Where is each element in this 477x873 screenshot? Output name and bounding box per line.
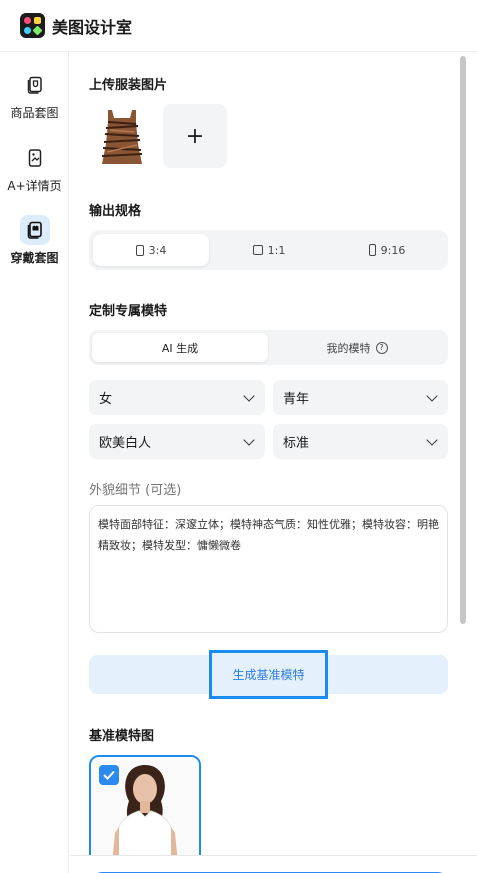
ratio-selector: 3:4 1:1 9:16 [89, 230, 448, 270]
generate-model-button[interactable]: 生成基准模特 [209, 650, 328, 699]
garment-thumbnail[interactable] [90, 104, 154, 168]
panel-scrollbar[interactable] [460, 56, 466, 624]
chevron-down-icon [243, 389, 255, 402]
ratio-label: 3:4 [148, 243, 167, 257]
select-value: 标准 [283, 436, 310, 451]
chevron-down-icon [243, 433, 255, 446]
sidebar-item-label: A+详情页 [7, 179, 62, 193]
select-value: 欧美白人 [99, 436, 152, 451]
appearance-details-label: 外貌细节 (可选) [89, 483, 182, 498]
app-title: 美图设计室 [52, 17, 133, 37]
chevron-down-icon [426, 389, 438, 402]
ratio-option-3-4[interactable]: 3:4 [93, 234, 209, 266]
sidebar: 商品套图 A+详情页 穿戴套图 [0, 52, 69, 873]
base-model-section-title: 基准模特图 [89, 729, 155, 744]
square-ratio-icon [252, 245, 263, 255]
selected-check-icon[interactable] [99, 765, 119, 785]
appearance-details-textarea[interactable]: 模特面部特征：深邃立体；模特神态气质：知性优雅；模特妆容：明艳精致妆；模特发型：… [89, 505, 448, 633]
chevron-down-icon [426, 433, 438, 446]
tab-my-models[interactable]: 我的模特 ? [269, 333, 445, 362]
tab-label: 我的模特 [326, 341, 371, 355]
age-select[interactable]: 青年 [273, 380, 448, 415]
generate-button-container: 生成基准模特 [89, 650, 448, 699]
sidebar-item-detail-page[interactable]: A+详情页 [0, 143, 69, 194]
app-header: 美图设计室 [0, 0, 477, 52]
ratio-label: 9:16 [380, 243, 406, 257]
ratio-label: 1:1 [267, 243, 286, 257]
bottom-action-bar [70, 855, 477, 873]
main-panel: 上传服装图片 + 输出规格 3:4 1:1 9:16 定制专属模特 AI 生成 … [70, 52, 460, 873]
gender-select[interactable]: 女 [89, 380, 265, 415]
help-icon[interactable]: ? [375, 341, 388, 354]
sidebar-item-label: 商品套图 [10, 106, 59, 120]
ratio-section-title: 输出规格 [89, 204, 142, 219]
app-logo-icon[interactable] [20, 13, 45, 38]
model-section-title: 定制专属模特 [89, 304, 168, 319]
tab-label: AI 生成 [161, 341, 199, 355]
select-value: 青年 [283, 392, 310, 407]
upload-section-title: 上传服装图片 [89, 78, 168, 93]
garment-image [90, 104, 154, 168]
tall-ratio-icon [368, 244, 376, 256]
detail-page-icon [20, 143, 50, 173]
ratio-option-1-1[interactable]: 1:1 [211, 234, 327, 266]
select-value: 女 [99, 392, 113, 407]
ratio-option-9-16[interactable]: 9:16 [329, 234, 445, 266]
wearable-set-icon [19, 215, 50, 245]
tab-ai-generate[interactable]: AI 生成 [92, 333, 268, 362]
sidebar-item-label: 穿戴套图 [10, 251, 59, 265]
sidebar-item-wearable-set[interactable]: 穿戴套图 [0, 215, 69, 266]
model-source-tabs: AI 生成 我的模特 ? [89, 330, 448, 365]
portrait-ratio-icon [135, 244, 144, 256]
ethnicity-select[interactable]: 欧美白人 [89, 424, 265, 459]
sidebar-item-product-set[interactable]: 商品套图 [0, 70, 69, 121]
product-set-icon [20, 70, 50, 100]
add-image-button[interactable]: + [163, 104, 227, 168]
body-type-select[interactable]: 标准 [273, 424, 448, 459]
